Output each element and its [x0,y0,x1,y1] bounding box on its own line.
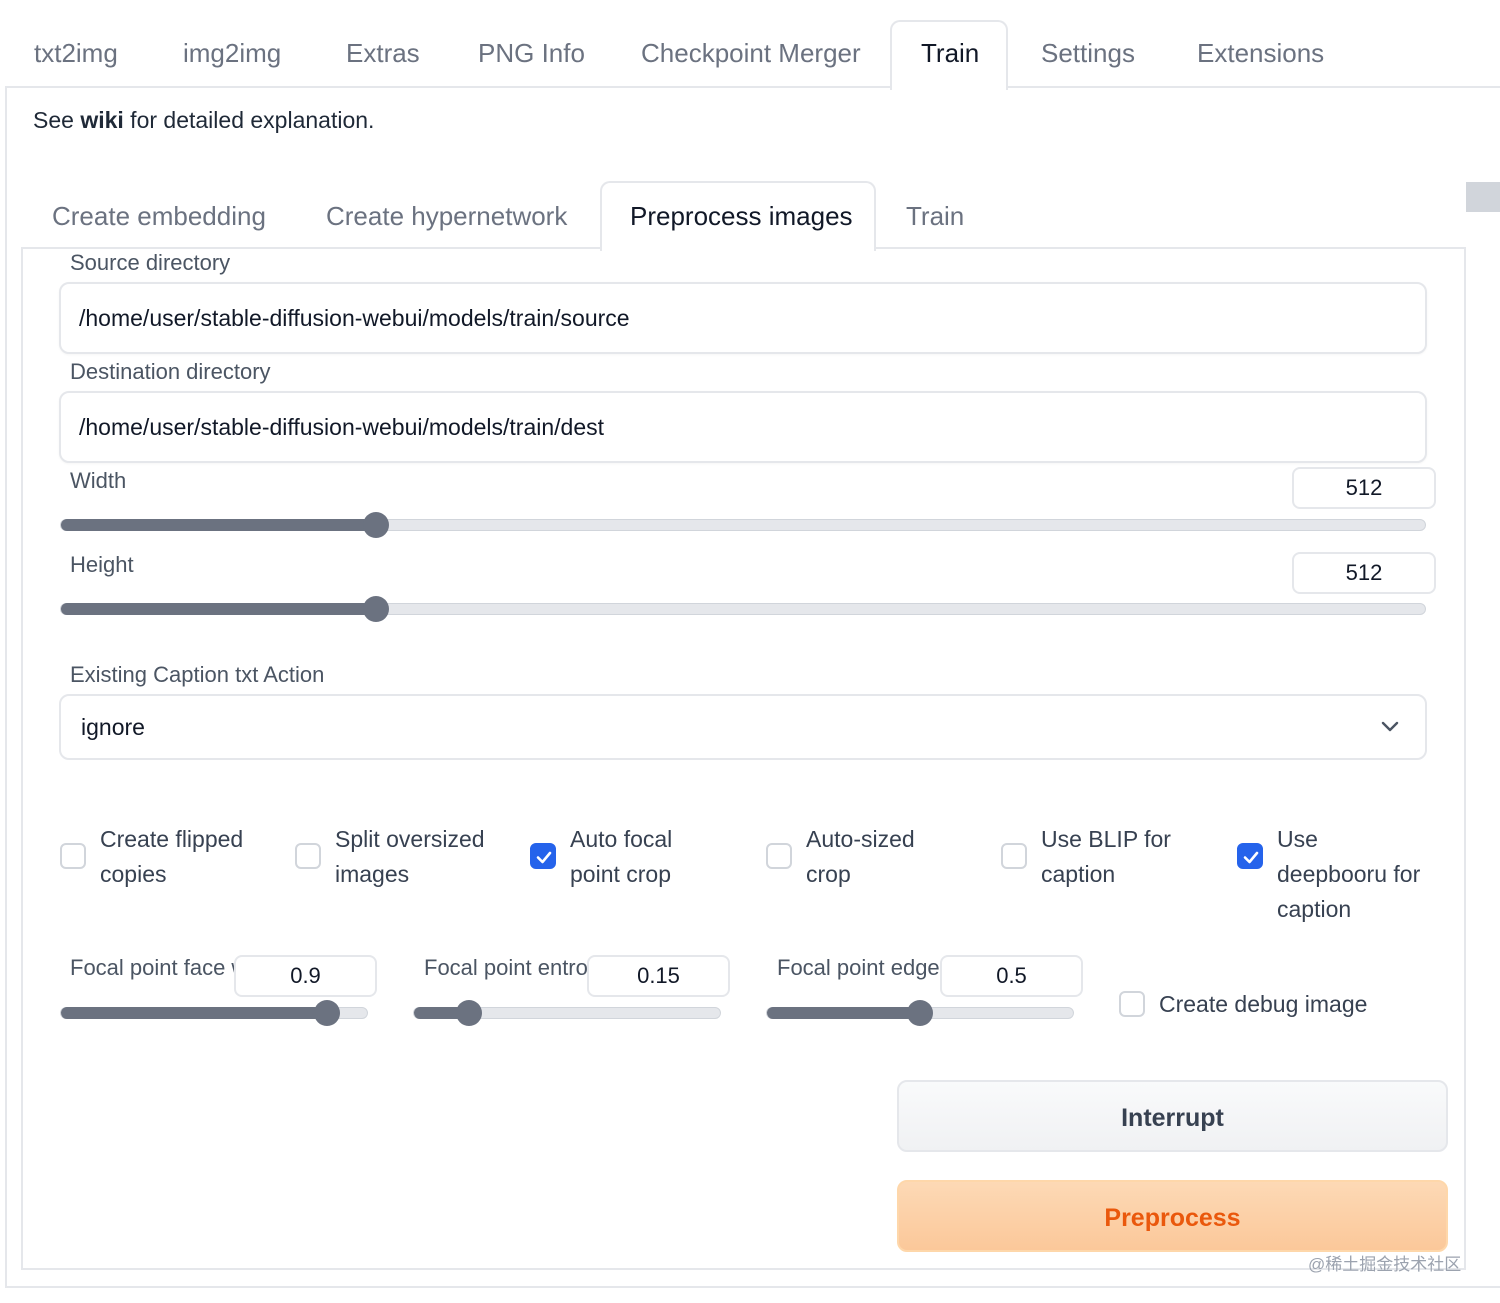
option-label-line: Create flipped [100,826,244,852]
tab-extras[interactable]: Extras [346,38,420,69]
option-checkbox[interactable] [1001,843,1027,869]
option-label: Use deepbooru for caption [1277,822,1420,927]
destination-directory-input[interactable]: /home/user/stable-diffusion-webui/models… [59,391,1427,463]
wiki-link[interactable]: wiki [80,107,123,133]
subtab-create-embedding[interactable]: Create embedding [52,201,266,232]
source-directory-label: Source directory [70,250,231,275]
caption-action-value: ignore [81,714,145,740]
option-label-line: copies [100,861,167,887]
destination-directory-label: Destination directory [70,359,271,384]
option-label-line: point crop [570,861,672,887]
preprocess-button[interactable]: Preprocess [897,1180,1448,1252]
option-checkbox[interactable] [766,843,792,869]
height-slider-thumb[interactable] [363,596,390,622]
tab-train[interactable]: Train [921,38,979,69]
focal-entropy-input[interactable]: 0.15 [587,955,730,997]
option-label-line: Auto focal [570,826,673,852]
width-number-input[interactable]: 512 [1292,467,1436,509]
tab-settings[interactable]: Settings [1041,38,1135,69]
focal-face-input[interactable]: 0.9 [234,955,377,997]
option-checkbox[interactable] [530,843,556,869]
tab-checkpoint-merger[interactable]: Checkpoint Merger [641,38,861,69]
watermark: @稀土掘金技术社区 [1308,1255,1462,1274]
focal-entropy-label: Focal point entropy [424,955,587,980]
height-slider-fill [61,603,377,615]
wiki-hint-suffix: for detailed explanation. [123,107,375,133]
tab-img2img[interactable]: img2img [183,38,281,69]
option-label-line: caption [1277,896,1352,922]
height-label: Height [70,552,134,577]
focal-edges-label: Focal point edges [777,955,940,980]
interrupt-button[interactable]: Interrupt [897,1080,1448,1152]
width-label: Width [70,468,127,493]
option-checkbox[interactable] [60,843,86,869]
option-checkbox[interactable] [295,843,321,869]
focal-face-label: Focal point face w [70,955,234,980]
wiki-hint: See wiki for detailed explanation. [33,107,374,134]
focal-edges-input[interactable]: 0.5 [940,955,1083,997]
height-slider[interactable] [60,596,1426,622]
tab-extensions[interactable]: Extensions [1197,38,1324,69]
option-label-line: crop [806,861,851,887]
focal-entropy-slider[interactable] [413,1000,721,1026]
focal-entropy-slider-thumb[interactable] [456,1000,483,1026]
focal-edges-slider-thumb[interactable] [907,1000,933,1026]
debug-image-checkbox[interactable] [1119,991,1145,1017]
option-label: Use BLIP for caption [1041,822,1171,892]
scrollbar-thumb[interactable] [1466,182,1500,212]
option-label: Create flipped copies [100,822,243,892]
main-tab-bar: txt2img img2img Extras PNG Info Checkpoi… [0,0,1500,90]
option-label-line: Split oversized [335,826,485,852]
check-icon [1243,851,1259,864]
option-label: Split oversized images [335,822,485,892]
wiki-hint-prefix: See [33,107,81,133]
option-label-line: caption [1041,861,1116,887]
height-number-input[interactable]: 512 [1292,552,1436,594]
focal-edges-slider[interactable] [766,1000,1074,1026]
focal-face-slider[interactable] [60,1000,368,1026]
subtab-preprocess-images[interactable]: Preprocess images [630,201,853,232]
tab-png-info[interactable]: PNG Info [478,38,585,69]
option-label-line: images [335,861,410,887]
width-slider[interactable] [60,512,1426,538]
option-label: Auto-sized crop [806,822,915,892]
debug-image-label: Create debug image [1159,991,1368,1017]
caption-action-select[interactable]: ignore [59,694,1427,760]
chevron-down-icon [1381,721,1399,732]
check-icon [536,851,552,864]
width-slider-thumb[interactable] [363,512,390,538]
subtab-create-hypernetwork[interactable]: Create hypernetwork [326,201,567,232]
subtab-train[interactable]: Train [906,201,964,232]
option-label-line: deepbooru for [1277,861,1421,887]
option-label-line: Auto-sized [806,826,915,852]
source-directory-input[interactable]: /home/user/stable-diffusion-webui/models… [59,282,1427,354]
option-checkbox[interactable] [1237,843,1263,869]
tab-txt2img[interactable]: txt2img [34,38,118,69]
option-label-line: Use [1277,826,1318,852]
option-label: Auto focal point crop [570,822,672,892]
focal-edges-slider-fill [767,1007,920,1019]
width-slider-fill [61,519,377,531]
focal-face-slider-fill [61,1007,328,1019]
caption-action-label: Existing Caption txt Action [70,662,325,687]
option-label-line: Use BLIP for [1041,826,1171,852]
